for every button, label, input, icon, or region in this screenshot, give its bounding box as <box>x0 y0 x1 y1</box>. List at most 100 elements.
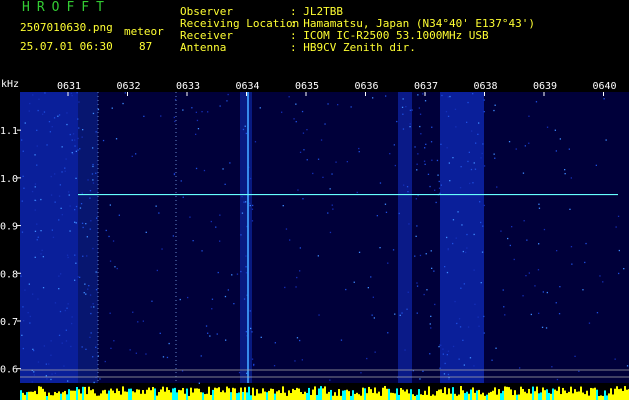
intensity-bar <box>244 387 246 400</box>
intensity-bar <box>100 393 102 400</box>
intensity-bar <box>596 389 598 400</box>
y-tick-label: 0.7 <box>0 317 18 328</box>
intensity-bar <box>396 388 398 400</box>
intensity-bar <box>536 386 538 400</box>
noise-dot <box>71 322 73 325</box>
noise-dot <box>442 348 444 350</box>
noise-dot <box>50 354 52 356</box>
noise-dot <box>21 334 23 336</box>
noise-dot <box>541 326 544 328</box>
noise-dot <box>458 358 460 360</box>
intensity-bar <box>428 386 430 400</box>
noise-dot <box>74 279 76 281</box>
intensity-bar <box>578 391 580 400</box>
noise-dot <box>387 332 389 334</box>
noise-dot <box>374 351 376 353</box>
noise-dot <box>38 98 40 100</box>
noise-dot <box>289 239 291 241</box>
noise-dot <box>441 94 443 97</box>
intensity-bar <box>518 394 520 400</box>
noise-dot <box>440 184 442 186</box>
noise-dot <box>455 126 457 128</box>
y-tick-label: 0.9 <box>0 222 18 233</box>
intensity-bar <box>224 392 226 400</box>
noise-dot <box>71 139 73 141</box>
noise-dot <box>281 111 283 113</box>
intensity-bar <box>240 387 242 400</box>
intensity-bar <box>198 388 200 400</box>
y-tick-label: 1.1 <box>0 126 18 137</box>
intensity-bar <box>20 390 22 400</box>
noise-dot <box>447 373 450 376</box>
noise-dot <box>571 263 573 265</box>
noise-dot <box>227 93 229 96</box>
noise-dot <box>124 92 126 94</box>
noise-dot <box>404 349 406 351</box>
intensity-bar <box>364 388 366 400</box>
intensity-bar <box>62 392 64 400</box>
intensity-bar <box>506 386 508 400</box>
noise-dot <box>393 144 395 146</box>
noise-dot <box>58 334 61 336</box>
noise-dot <box>43 345 45 347</box>
noise-dot <box>555 302 557 304</box>
noise-dot <box>454 108 457 110</box>
noise-dot <box>251 208 254 210</box>
noise-dot <box>34 230 37 232</box>
intensity-bar <box>492 390 494 400</box>
noise-dot <box>463 364 465 366</box>
intensity-bar <box>216 388 218 400</box>
intensity-bar <box>246 392 248 400</box>
intensity-bar <box>70 390 72 400</box>
noise-dot <box>251 331 253 333</box>
noise-dot <box>479 201 481 203</box>
noise-dot <box>116 267 118 270</box>
noise-dot <box>71 94 73 97</box>
intensity-bar <box>120 394 122 400</box>
noise-dot <box>227 289 229 291</box>
intensity-bar <box>482 392 484 400</box>
noise-dot <box>599 275 601 277</box>
noise-dot <box>460 166 462 168</box>
noise-dot <box>415 235 417 237</box>
noise-dot <box>425 253 427 255</box>
spectrogram-chart: 0631 0632 0633 0634 0635 0636 0637 0638 0639 0640… <box>0 78 629 400</box>
noise-dot <box>483 204 485 207</box>
noise-dot <box>299 270 301 272</box>
noise-dot <box>419 378 421 380</box>
intensity-bar <box>626 389 628 400</box>
noise-dot <box>33 371 35 373</box>
intensity-bar <box>420 394 422 400</box>
intensity-bar <box>308 387 310 400</box>
noise-dot <box>60 207 62 209</box>
intensity-bar <box>514 390 516 400</box>
intensity-bar <box>86 394 88 400</box>
intensity-bar <box>180 390 182 400</box>
noise-dot <box>23 320 25 322</box>
noise-dot <box>22 150 24 152</box>
intensity-bar <box>624 386 626 400</box>
noise-dot <box>617 215 620 217</box>
intensity-bar <box>468 393 470 400</box>
intensity-bar <box>30 391 32 400</box>
intensity-bar <box>242 391 244 400</box>
noise-dot <box>402 113 404 115</box>
intensity-bar <box>340 395 342 400</box>
noise-dot <box>22 306 24 308</box>
noise-dot <box>21 200 23 202</box>
noise-dot <box>435 201 437 204</box>
noise-dot <box>162 356 165 358</box>
noise-dot <box>491 359 493 361</box>
noise-dot <box>295 286 297 288</box>
noise-dot <box>67 380 69 382</box>
noise-dot <box>82 129 84 131</box>
noise-layer <box>20 92 629 384</box>
intensity-bar <box>142 390 144 400</box>
intensity-bar <box>488 392 490 400</box>
noise-dot <box>51 229 53 231</box>
noise-dot <box>439 192 441 194</box>
intensity-bar <box>610 388 612 400</box>
intensity-bar <box>412 394 414 400</box>
noise-dot <box>477 316 479 318</box>
noise-band <box>398 92 412 383</box>
